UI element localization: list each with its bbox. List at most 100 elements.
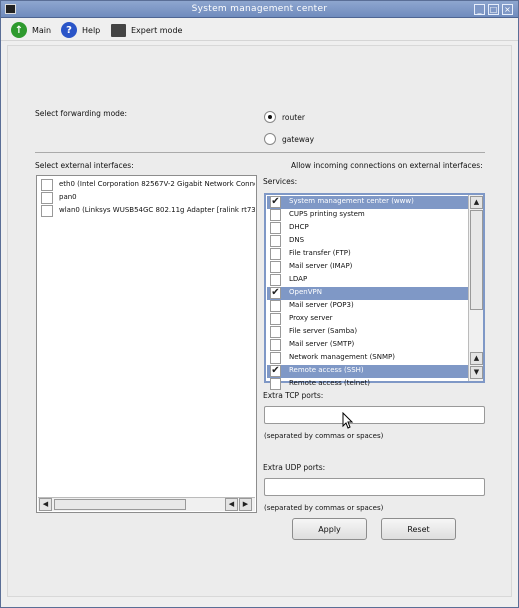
service-row[interactable]: DHCP — [267, 222, 469, 235]
minimize-button[interactable]: _ — [474, 4, 485, 15]
service-name: Mail server (SMTP) — [289, 340, 355, 348]
mouse-cursor-icon — [342, 412, 354, 429]
service-checkbox[interactable] — [270, 313, 281, 325]
forwarding-mode-label: Select forwarding mode: — [35, 109, 128, 118]
interface-name: pan0 — [59, 193, 77, 201]
service-checkbox[interactable]: ✔ — [270, 196, 281, 208]
service-name: File transfer (FTP) — [289, 249, 351, 257]
window-title: System management center — [191, 4, 328, 14]
list-item[interactable]: eth0 (Intel Corporation 82567V-2 Gigabit… — [39, 179, 255, 192]
interface-checkbox[interactable] — [41, 205, 53, 217]
scroll-right-button[interactable]: ▶ — [239, 498, 252, 511]
reset-button[interactable]: Reset — [381, 518, 456, 540]
service-row[interactable]: ✔ System management center (www) — [267, 196, 469, 209]
service-name: Mail server (POP3) — [289, 301, 354, 309]
udp-ports-hint: (separated by commas or spaces) — [264, 504, 384, 512]
service-checkbox[interactable] — [270, 352, 281, 364]
service-checkbox[interactable] — [270, 274, 281, 286]
service-name: DHCP — [289, 223, 309, 231]
expert-mode-button[interactable]: Expert mode — [111, 21, 182, 39]
help-button[interactable]: ? Help — [61, 21, 100, 39]
service-checkbox[interactable]: ✔ — [270, 365, 281, 377]
main-button[interactable]: ↑ Main — [11, 21, 51, 39]
udp-ports-input[interactable] — [264, 478, 485, 496]
service-name: Remote access (SSH) — [289, 366, 364, 374]
service-checkbox[interactable] — [270, 378, 281, 390]
title-bar[interactable]: System management center _ □ × — [1, 1, 518, 18]
apply-button[interactable]: Apply — [292, 518, 367, 540]
scroll-up-button[interactable]: ▲ — [470, 196, 483, 209]
toolbar: ↑ Main ? Help Expert mode — [1, 19, 518, 41]
service-name: OpenVPN — [289, 288, 322, 296]
separator — [35, 152, 485, 153]
home-arrow-icon: ↑ — [11, 22, 27, 38]
expert-mode-label: Expert mode — [131, 25, 183, 35]
scroll-left-button[interactable]: ◀ — [39, 498, 52, 511]
service-row[interactable]: ✔ Remote access (SSH) — [267, 365, 469, 378]
service-checkbox[interactable] — [270, 222, 281, 234]
service-name: LDAP — [289, 275, 308, 283]
interface-checkbox[interactable] — [41, 179, 53, 191]
main-label: Main — [32, 25, 52, 35]
service-checkbox[interactable] — [270, 248, 281, 260]
service-name: Mail server (IMAP) — [289, 262, 353, 270]
service-row[interactable]: ✔ OpenVPN — [267, 287, 469, 300]
service-row[interactable]: Mail server (SMTP) — [267, 339, 469, 352]
tcp-ports-input[interactable] — [264, 406, 485, 424]
scroll-down-button[interactable]: ▼ — [470, 366, 483, 379]
close-button[interactable]: × — [502, 4, 513, 15]
service-checkbox[interactable]: ✔ — [270, 287, 281, 299]
router-label: router — [282, 113, 305, 122]
service-name: Proxy server — [289, 314, 333, 322]
service-checkbox[interactable] — [270, 235, 281, 247]
service-checkbox[interactable] — [270, 326, 281, 338]
service-name: File server (Samba) — [289, 327, 358, 335]
service-row[interactable]: Mail server (POP3) — [267, 300, 469, 313]
service-row[interactable]: DNS — [267, 235, 469, 248]
router-radio[interactable] — [264, 111, 276, 123]
udp-ports-label: Extra UDP ports: — [263, 463, 326, 472]
service-row[interactable]: File server (Samba) — [267, 326, 469, 339]
horizontal-scrollbar[interactable]: ◀ ◀ ▶ — [38, 497, 255, 511]
service-checkbox[interactable] — [270, 300, 281, 312]
service-name: Network management (SNMP) — [289, 353, 395, 361]
gateway-radio[interactable] — [264, 133, 276, 145]
service-row[interactable]: Remote access (telnet) — [267, 378, 469, 391]
services-list[interactable]: ✔ System management center (www) CUPS prin… — [264, 193, 485, 390]
maximize-button[interactable]: □ — [488, 4, 499, 15]
service-row[interactable]: LDAP — [267, 274, 469, 287]
scroll-up-button-2[interactable]: ▲ — [470, 352, 483, 365]
service-row[interactable]: Mail server (IMAP) — [267, 261, 469, 274]
help-label: Help — [82, 25, 101, 35]
incoming-label: Allow incoming connections on external i… — [291, 161, 483, 170]
interface-checkbox[interactable] — [41, 192, 53, 204]
list-item[interactable]: wlan0 (Linksys WUSB54GC 802.11g Adapter … — [39, 205, 255, 218]
service-row[interactable]: Network management (SNMP) — [267, 352, 469, 365]
service-name: System management center (www) — [289, 197, 414, 205]
vertical-scrollbar[interactable]: ▲ ▲ ▼ — [468, 195, 483, 381]
service-row[interactable]: File transfer (FTP) — [267, 248, 469, 261]
scroll-thumb[interactable] — [54, 499, 186, 510]
interfaces-label: Select external interfaces: — [35, 161, 134, 170]
service-checkbox[interactable] — [270, 261, 281, 273]
interface-name: eth0 (Intel Corporation 82567V-2 Gigabit… — [59, 180, 255, 188]
service-name: CUPS printing system — [289, 210, 365, 218]
services-label: Services: — [263, 177, 298, 186]
help-icon: ? — [61, 22, 77, 38]
interfaces-list[interactable]: eth0 (Intel Corporation 82567V-2 Gigabit… — [36, 175, 257, 513]
tcp-ports-label: Extra TCP ports: — [263, 391, 324, 400]
service-name: Remote access (telnet) — [289, 379, 370, 387]
service-checkbox[interactable] — [270, 339, 281, 351]
content-panel: Select forwarding mode: router gateway S… — [7, 45, 512, 597]
service-checkbox[interactable] — [270, 209, 281, 221]
tcp-ports-hint: (separated by commas or spaces) — [264, 432, 384, 440]
scroll-left-button-2[interactable]: ◀ — [225, 498, 238, 511]
gateway-label: gateway — [282, 135, 315, 144]
service-name: DNS — [289, 236, 305, 244]
app-window: System management center _ □ × ↑ Main ? … — [0, 0, 519, 608]
service-row[interactable]: Proxy server — [267, 313, 469, 326]
service-row[interactable]: CUPS printing system — [267, 209, 469, 222]
interface-name: wlan0 (Linksys WUSB54GC 802.11g Adapter … — [59, 206, 255, 214]
list-item[interactable]: pan0 — [39, 192, 255, 205]
scroll-thumb[interactable] — [470, 210, 483, 310]
